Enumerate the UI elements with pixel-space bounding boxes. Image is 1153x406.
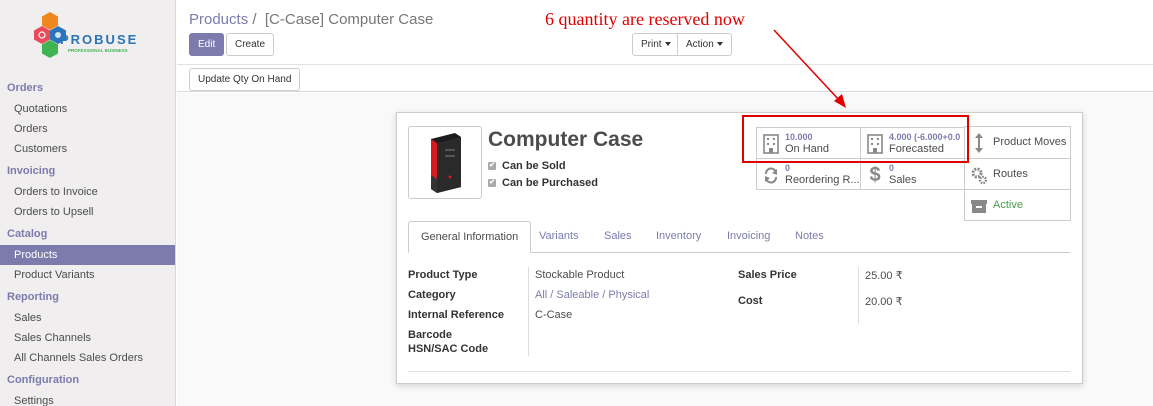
category-link[interactable]: All / Saleable / Physical [535, 289, 649, 301]
caret-down-icon [716, 42, 723, 47]
checkmark-icon: ✔ [488, 179, 496, 188]
product-image[interactable] [408, 126, 482, 199]
breadcrumb-separator: / [252, 11, 257, 28]
sidebar-item-orders-to-invoice[interactable]: Orders to Invoice [0, 182, 175, 202]
internal-reference-value[interactable]: C-Case [535, 309, 572, 321]
refresh-icon [765, 167, 777, 184]
reordering-value: 0 [785, 163, 791, 173]
product-moves-button[interactable]: Product Moves [964, 126, 1071, 159]
sidebar-item-customers[interactable]: Customers [0, 139, 175, 159]
sales-price-label: Sales Price [738, 269, 797, 281]
sidebar-section-invoicing: Invoicing [7, 165, 56, 177]
caret-down-icon [664, 42, 671, 47]
product-type-label: Product Type [408, 269, 478, 281]
tab-notes[interactable]: Notes [783, 221, 836, 253]
can-be-purchased-checkbox[interactable]: ✔ Can be Purchased [488, 177, 598, 189]
sidebar-section-catalog: Catalog [7, 228, 48, 240]
sidebar-item-all-channels-sales-orders[interactable]: All Channels Sales Orders [0, 348, 175, 368]
sidebar-item-orders-to-upsell[interactable]: Orders to Upsell [0, 202, 175, 222]
can-be-sold-checkbox[interactable]: ✔ Can be Sold [488, 160, 566, 172]
tab-inventory[interactable]: Inventory [644, 221, 713, 253]
divider [177, 64, 1153, 65]
sidebar: PROBUSE PROFESSIONAL BUSINESS Orders Quo… [0, 0, 176, 406]
sidebar-section-orders: Orders [7, 82, 44, 94]
product-moves-label: Product Moves [993, 136, 1067, 148]
dollar-icon: $ [869, 164, 881, 186]
divider [408, 371, 1070, 372]
action-dropdown[interactable]: Action [677, 33, 732, 56]
product-type-value[interactable]: Stockable Product [535, 269, 624, 281]
sidebar-section-reporting: Reporting [7, 291, 59, 303]
action-label: Action [686, 39, 714, 50]
print-label: Print [641, 39, 662, 50]
breadcrumb-current: [C-Case] Computer Case [264, 11, 434, 28]
product-form-sheet: Computer Case ✔ Can be Sold ✔ Can be Purch… [396, 112, 1083, 384]
sidebar-item-orders[interactable]: Orders [0, 119, 175, 139]
tab-variants[interactable]: Variants [527, 221, 591, 253]
create-button[interactable]: Create [226, 33, 275, 56]
routes-button[interactable]: Routes [964, 158, 1071, 190]
sidebar-item-settings[interactable]: Settings [0, 391, 175, 406]
up-down-arrow-icon [975, 133, 983, 153]
sidebar-item-sales-channels[interactable]: Sales Channels [0, 328, 175, 348]
sidebar-menu: Orders Quotations Orders Customers Invoi… [0, 80, 175, 406]
notebook-tabs: General Information Variants Sales Inven… [408, 221, 1070, 253]
sidebar-item-product-variants[interactable]: Product Variants [0, 265, 175, 285]
can-be-purchased-label: Can be Purchased [502, 177, 598, 189]
tab-sales[interactable]: Sales [592, 221, 644, 253]
barcode-label: Barcode [408, 329, 453, 341]
sidebar-item-quotations[interactable]: Quotations [0, 99, 175, 119]
edit-button[interactable]: Edit [189, 33, 225, 56]
archive-icon [971, 200, 987, 213]
tab-general-information[interactable]: General Information [408, 221, 532, 253]
gears-icon [971, 167, 987, 185]
sidebar-section-configuration: Configuration [7, 374, 80, 386]
print-dropdown[interactable]: Print [632, 33, 680, 56]
routes-label: Routes [993, 168, 1028, 180]
reordering-label: Reordering R... [785, 174, 860, 186]
tab-invoicing[interactable]: Invoicing [715, 221, 782, 253]
breadcrumb-products-link[interactable]: Products [189, 11, 248, 28]
hsn-sac-code-label: HSN/SAC Code [408, 343, 489, 355]
category-label: Category [408, 289, 456, 301]
checkmark-icon: ✔ [488, 162, 496, 171]
cost-label: Cost [738, 295, 763, 307]
sales-value: 0 [889, 163, 895, 173]
annotation-highlight-box [742, 115, 969, 163]
active-label: Active [993, 199, 1023, 211]
product-name: Computer Case [488, 128, 644, 151]
update-qty-button[interactable]: Update Qty On Hand [189, 68, 301, 91]
sales-price-value[interactable]: 25.00 ₹ [865, 269, 903, 282]
annotation-text: 6 quantity are reserved now [545, 9, 745, 29]
sales-label: Sales [889, 174, 917, 186]
logo-brand: PROBUSE [60, 32, 139, 47]
computer-case-icon [431, 133, 461, 193]
sidebar-item-products[interactable]: Products [0, 245, 175, 265]
cost-value[interactable]: 20.00 ₹ [865, 295, 903, 308]
breadcrumb: Products / [C-Case] Computer Case [189, 11, 433, 28]
company-logo[interactable]: PROBUSE PROFESSIONAL BUSINESS [34, 12, 146, 70]
active-toggle-button[interactable]: Active [964, 189, 1071, 221]
field-separator [858, 267, 859, 324]
internal-reference-label: Internal Reference [408, 309, 504, 321]
sidebar-item-sales[interactable]: Sales [0, 308, 175, 328]
can-be-sold-label: Can be Sold [502, 160, 566, 172]
field-separator [528, 267, 529, 356]
logo-tagline: PROFESSIONAL BUSINESS [68, 48, 128, 53]
